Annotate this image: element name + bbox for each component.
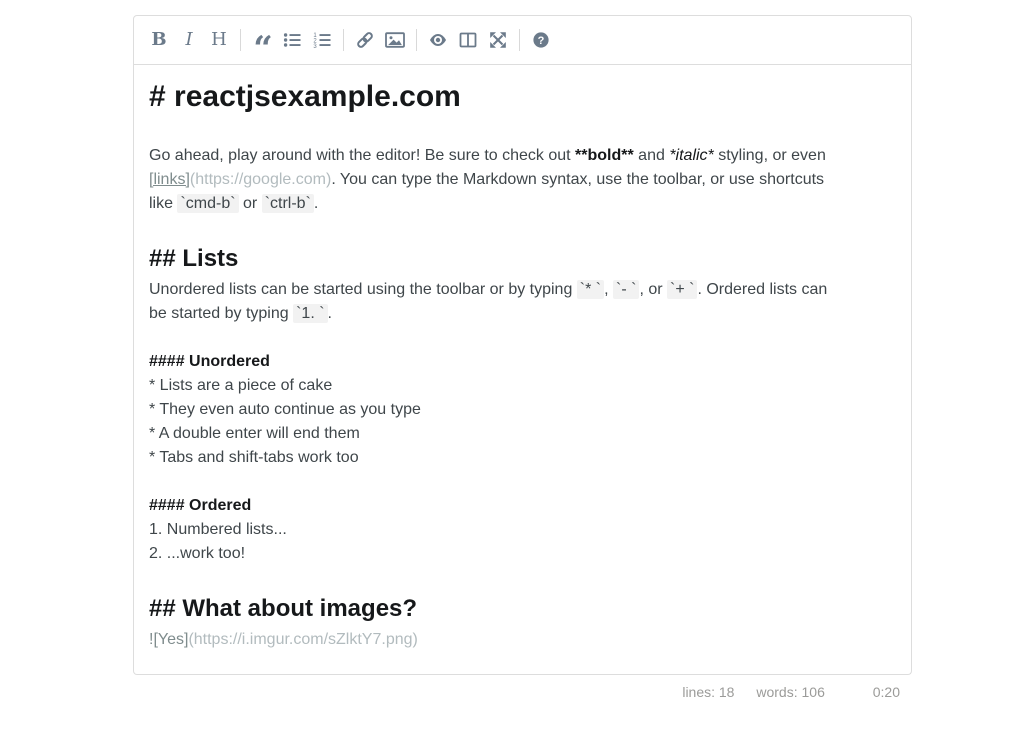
toolbar-separator bbox=[416, 29, 417, 51]
preview-button[interactable] bbox=[423, 25, 453, 55]
link-button[interactable] bbox=[350, 25, 380, 55]
editor-line bbox=[149, 216, 896, 240]
text-segment-text: . bbox=[328, 305, 332, 322]
ordered-list-button[interactable]: 1 2 3 bbox=[307, 25, 337, 55]
text-segment-code: `ctrl-b` bbox=[262, 194, 314, 213]
editor-line: Unordered lists can be started using the… bbox=[149, 278, 896, 302]
lines-count: lines: 18 bbox=[682, 684, 734, 700]
text-segment-text: * Tabs and shift-tabs work too bbox=[149, 449, 359, 466]
text-segment-italic: *italic* bbox=[669, 147, 713, 164]
editor-line: * They even auto continue as you type bbox=[149, 398, 896, 422]
side-by-side-icon bbox=[459, 31, 477, 49]
text-segment-text: . bbox=[314, 195, 318, 212]
text-segment-code: `+ ` bbox=[667, 280, 697, 299]
text-segment-text: #### Unordered bbox=[149, 353, 270, 370]
bold-icon: B bbox=[151, 31, 166, 49]
editor-line bbox=[149, 470, 896, 494]
text-segment-text: . You can type the Markdown syntax, use … bbox=[331, 171, 824, 188]
text-segment-text: styling, or even bbox=[714, 147, 826, 164]
bold-button[interactable]: B bbox=[144, 25, 174, 55]
editor-line: 1. Numbered lists... bbox=[149, 518, 896, 542]
editor-line: * Lists are a piece of cake bbox=[149, 374, 896, 398]
ordered-list-icon: 1 2 3 bbox=[313, 31, 331, 49]
text-segment-text: ## Lists bbox=[149, 245, 238, 272]
text-segment-text: # reactjsexample.com bbox=[149, 80, 461, 113]
editor-line: 2. ...work too! bbox=[149, 542, 896, 566]
toolbar-separator bbox=[519, 29, 520, 51]
text-segment-text: Unordered lists can be started using the… bbox=[149, 281, 577, 298]
editor-line: * Tabs and shift-tabs work too bbox=[149, 446, 896, 470]
editor-line: be started by typing `1. `. bbox=[149, 302, 896, 326]
text-segment-image: ![Yes] bbox=[149, 631, 188, 648]
editor-toolbar: B I H “ 1 2 3 bbox=[133, 15, 912, 65]
editor-line bbox=[149, 326, 896, 350]
text-segment-text: * A double enter will end them bbox=[149, 425, 360, 442]
editor-line bbox=[149, 120, 896, 144]
link-icon bbox=[355, 30, 375, 50]
heading-icon: H bbox=[211, 31, 227, 49]
editor-line: ## Lists bbox=[149, 240, 896, 278]
editor-line: #### Ordered bbox=[149, 494, 896, 518]
text-segment-text: * They even auto continue as you type bbox=[149, 401, 421, 418]
unordered-list-icon bbox=[283, 31, 301, 49]
preview-eye-icon bbox=[428, 32, 448, 48]
editor-line: ![Yes](https://i.imgur.com/sZlktY7.png) bbox=[149, 628, 896, 652]
words-count: words: 106 bbox=[756, 684, 824, 700]
side-by-side-button[interactable] bbox=[453, 25, 483, 55]
cursor-position: 0:20 bbox=[873, 684, 900, 700]
image-icon bbox=[385, 31, 405, 49]
italic-icon: I bbox=[185, 31, 192, 49]
image-button[interactable] bbox=[380, 25, 410, 55]
text-segment-text: #### Ordered bbox=[149, 497, 251, 514]
editor-line: # reactjsexample.com bbox=[149, 74, 896, 120]
italic-button[interactable]: I bbox=[174, 25, 204, 55]
help-icon: ? bbox=[532, 31, 550, 49]
toolbar-separator bbox=[343, 29, 344, 51]
text-segment-text: , or bbox=[639, 281, 667, 298]
editor-line: #### Unordered bbox=[149, 350, 896, 374]
text-segment-text: * Lists are a piece of cake bbox=[149, 377, 332, 394]
editor-content[interactable]: # reactjsexample.com Go ahead, play aroun… bbox=[133, 65, 912, 675]
svg-text:3: 3 bbox=[313, 44, 317, 49]
text-segment-text: Go ahead, play around with the editor! B… bbox=[149, 147, 575, 164]
text-segment-text: 2. ...work too! bbox=[149, 545, 245, 562]
text-segment-bold: **bold** bbox=[575, 147, 634, 164]
text-segment-link: [links] bbox=[149, 171, 190, 188]
text-segment-text: . Ordered lists can bbox=[697, 281, 827, 298]
text-segment-code: `- ` bbox=[613, 280, 639, 299]
unordered-list-button[interactable] bbox=[277, 25, 307, 55]
markdown-editor: B I H “ 1 2 3 bbox=[133, 15, 912, 700]
editor-line bbox=[149, 566, 896, 590]
text-segment-text: like bbox=[149, 195, 177, 212]
heading-button[interactable]: H bbox=[204, 25, 234, 55]
text-segment-code: `* ` bbox=[577, 280, 604, 299]
text-segment-code: `1. ` bbox=[293, 304, 327, 323]
fullscreen-icon bbox=[489, 31, 507, 49]
quote-button[interactable]: “ bbox=[247, 25, 277, 55]
editor-line: [links](https://google.com). You can typ… bbox=[149, 168, 896, 192]
editor-line: like `cmd-b` or `ctrl-b`. bbox=[149, 192, 896, 216]
text-segment-text: , bbox=[604, 281, 613, 298]
text-segment-text: 1. Numbered lists... bbox=[149, 521, 287, 538]
text-segment-url: (https://google.com) bbox=[190, 171, 331, 188]
fullscreen-button[interactable] bbox=[483, 25, 513, 55]
text-segment-text: be started by typing bbox=[149, 305, 293, 322]
editor-line: Go ahead, play around with the editor! B… bbox=[149, 144, 896, 168]
text-segment-code: `cmd-b` bbox=[177, 194, 238, 213]
text-segment-text: and bbox=[634, 147, 670, 164]
text-segment-text: or bbox=[239, 195, 262, 212]
editor-line: * A double enter will end them bbox=[149, 422, 896, 446]
svg-text:?: ? bbox=[538, 35, 545, 47]
help-button[interactable]: ? bbox=[526, 25, 556, 55]
text-segment-text: ## What about images? bbox=[149, 595, 417, 622]
toolbar-separator bbox=[240, 29, 241, 51]
editor-statusbar: lines: 18 words: 106 0:20 bbox=[133, 684, 912, 700]
text-segment-url: (https://i.imgur.com/sZlktY7.png) bbox=[188, 631, 417, 648]
editor-line: ## What about images? bbox=[149, 590, 896, 628]
